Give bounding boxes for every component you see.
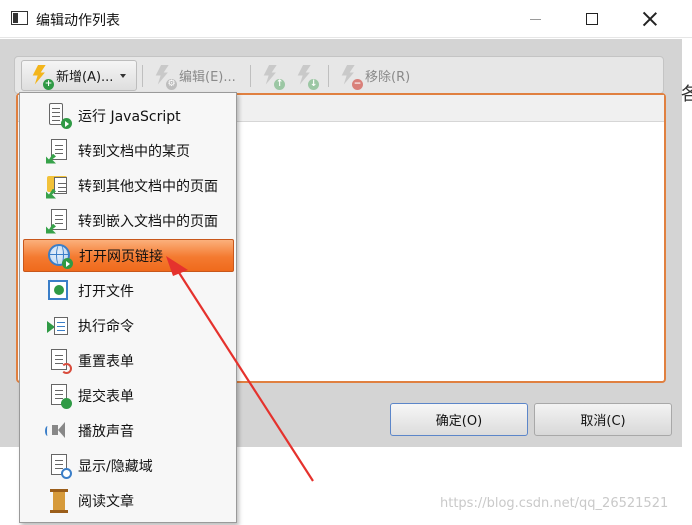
menu-item-read-article[interactable]: 阅读文章 xyxy=(23,484,233,517)
javascript-icon xyxy=(44,102,72,130)
remove-action-icon: − xyxy=(337,64,363,90)
edit-action-icon: ⚙ xyxy=(151,64,177,90)
open-file-icon xyxy=(44,277,72,305)
menu-item-show-hide-field[interactable]: 显示/隐藏域 xyxy=(23,449,233,482)
goto-page-icon xyxy=(44,137,72,165)
read-article-icon xyxy=(44,487,72,515)
background-window-edge xyxy=(682,39,692,525)
menu-item-execute-command[interactable]: 执行命令 xyxy=(23,309,233,342)
remove-action-label: 移除(R) xyxy=(365,70,411,85)
minimize-icon xyxy=(529,18,541,20)
globe-icon xyxy=(45,242,73,270)
minimize-button[interactable] xyxy=(512,0,558,38)
command-icon xyxy=(44,312,72,340)
menu-item-label: 打开文件 xyxy=(78,283,134,300)
menu-item-goto-embedded-document[interactable]: 转到嵌入文档中的页面 xyxy=(23,204,233,237)
toolbar-separator xyxy=(142,65,143,87)
chevron-down-icon xyxy=(120,73,127,78)
watermark-text: https://blog.csdn.net/qq_26521521 xyxy=(440,496,669,511)
add-action-icon: + xyxy=(28,64,54,90)
menu-item-label: 打开网页链接 xyxy=(79,248,163,265)
dialog-window: 编辑动作列表 各 + 新增(A)... ⚙ 编辑(E)... ↑ ↓ − 移除(… xyxy=(0,0,692,525)
menu-item-play-sound[interactable]: 播放声音 xyxy=(23,414,233,447)
move-down-icon: ↓ xyxy=(293,64,319,90)
move-up-icon: ↑ xyxy=(259,64,285,90)
speaker-icon xyxy=(44,417,72,445)
menu-item-goto-other-document[interactable]: 转到其他文档中的页面 xyxy=(23,169,233,202)
menu-item-label: 转到文档中的某页 xyxy=(78,143,190,160)
window-title: 编辑动作列表 xyxy=(36,13,120,29)
show-hide-field-icon xyxy=(44,452,72,480)
edit-action-button[interactable]: ⚙ 编辑(E)... xyxy=(145,60,236,91)
menu-item-label: 转到嵌入文档中的页面 xyxy=(78,213,218,230)
add-action-button[interactable]: + 新增(A)... xyxy=(21,60,137,91)
cancel-button[interactable]: 取消(C) xyxy=(534,403,672,436)
menu-item-submit-form[interactable]: 提交表单 xyxy=(23,379,233,412)
menu-item-label: 显示/隐藏域 xyxy=(78,458,153,475)
edit-action-label: 编辑(E)... xyxy=(179,70,236,85)
menu-item-run-javascript[interactable]: 运行 JavaScript xyxy=(23,99,233,132)
ok-button[interactable]: 确定(O) xyxy=(390,403,528,436)
goto-other-document-icon xyxy=(44,172,72,200)
close-icon xyxy=(643,12,657,26)
menu-item-label: 阅读文章 xyxy=(78,493,134,510)
add-action-label: 新增(A)... xyxy=(56,70,114,85)
maximize-icon xyxy=(586,13,598,25)
action-toolbar: + 新增(A)... ⚙ 编辑(E)... ↑ ↓ − 移除(R) xyxy=(14,56,664,94)
app-window-icon xyxy=(11,11,28,25)
menu-item-label: 重置表单 xyxy=(78,353,134,370)
add-action-menu: 运行 JavaScript 转到文档中的某页 转到其他文档中的页面 转到嵌入文档… xyxy=(19,92,237,523)
toolbar-separator xyxy=(250,65,251,87)
reset-form-icon xyxy=(44,347,72,375)
move-down-button[interactable]: ↓ xyxy=(287,60,319,91)
background-text: 各 xyxy=(681,84,692,105)
goto-embedded-document-icon xyxy=(44,207,72,235)
menu-item-open-web-link[interactable]: 打开网页链接 xyxy=(23,239,234,272)
close-button[interactable] xyxy=(627,0,673,38)
menu-item-reset-form[interactable]: 重置表单 xyxy=(23,344,233,377)
menu-item-label: 播放声音 xyxy=(78,423,134,440)
menu-item-label: 提交表单 xyxy=(78,388,134,405)
remove-action-button[interactable]: − 移除(R) xyxy=(331,60,410,91)
submit-form-icon xyxy=(44,382,72,410)
maximize-button[interactable] xyxy=(569,0,615,38)
toolbar-separator xyxy=(328,65,329,87)
move-up-button[interactable]: ↑ xyxy=(253,60,285,91)
menu-item-open-file[interactable]: 打开文件 xyxy=(23,274,233,307)
menu-item-label: 运行 JavaScript xyxy=(78,108,181,125)
menu-item-goto-page[interactable]: 转到文档中的某页 xyxy=(23,134,233,167)
menu-item-label: 执行命令 xyxy=(78,318,134,335)
title-bar: 编辑动作列表 xyxy=(0,0,692,38)
menu-item-label: 转到其他文档中的页面 xyxy=(78,178,218,195)
